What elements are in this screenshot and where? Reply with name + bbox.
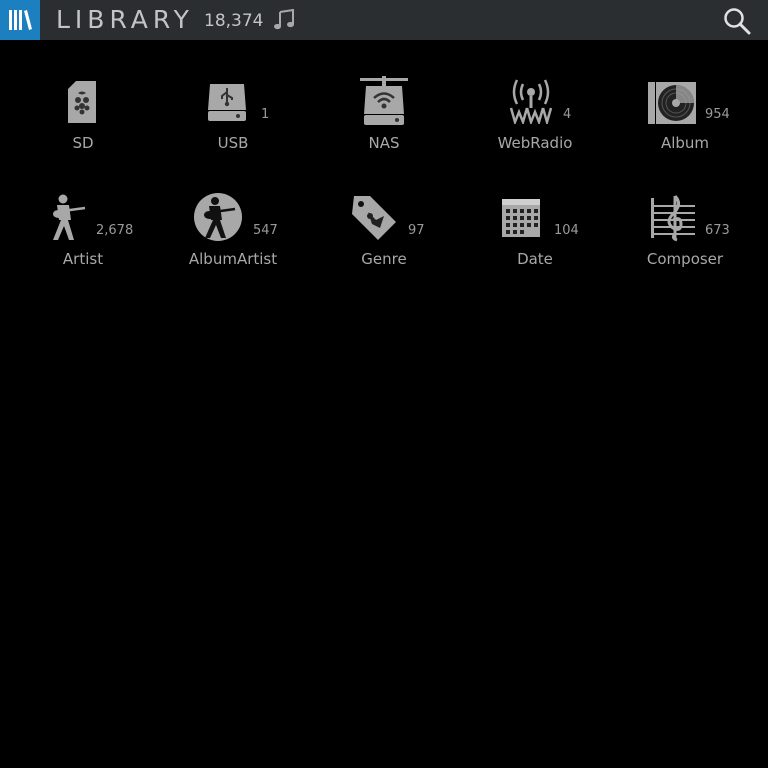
tile-label: Composer <box>646 250 724 268</box>
tile-label: Date <box>517 250 553 268</box>
sd-card-icon <box>68 81 96 123</box>
tile-composer[interactable]: 673 Composer <box>615 192 755 292</box>
radio-antenna-icon <box>509 79 553 124</box>
tile-sd[interactable]: SD <box>13 76 153 176</box>
tile-count: 104 <box>554 223 579 238</box>
tile-label: Artist <box>62 250 104 268</box>
page-title: LIBRARY <box>56 5 194 34</box>
music-note-icon <box>274 8 294 30</box>
calendar-icon <box>502 199 540 237</box>
tile-albumartist[interactable]: 547 AlbumArtist <box>163 192 303 292</box>
tile-label: SD <box>72 134 94 152</box>
tile-artist[interactable]: 2,678 Artist <box>13 192 153 292</box>
tile-label: AlbumArtist <box>188 250 278 268</box>
nas-drive-icon <box>360 76 408 125</box>
tile-genre[interactable]: 97 Genre <box>314 192 454 292</box>
guitarist-circle-icon <box>194 193 242 241</box>
tile-label: NAS <box>368 134 400 152</box>
search-icon[interactable] <box>722 6 752 36</box>
total-track-count: 18,374 <box>204 11 264 31</box>
tile-count: 97 <box>408 223 425 238</box>
tile-count: 673 <box>705 223 730 238</box>
usb-drive-icon <box>208 84 246 121</box>
library-icon <box>9 10 32 30</box>
tile-count: 547 <box>253 223 278 238</box>
treble-clef-icon <box>651 194 695 242</box>
tile-label: WebRadio <box>497 134 573 152</box>
guitarist-icon <box>53 194 86 240</box>
vinyl-album-icon <box>648 82 696 124</box>
tile-count: 1 <box>261 107 270 122</box>
tile-date[interactable]: 104 Date <box>465 192 605 292</box>
tile-nas[interactable]: NAS <box>314 76 454 176</box>
library-menu-button[interactable] <box>0 0 40 40</box>
top-bar: LIBRARY 18,374 <box>0 0 768 40</box>
tile-count: 2,678 <box>96 223 134 238</box>
genre-tag-icon <box>352 196 396 240</box>
tile-label: Genre <box>361 250 407 268</box>
tile-count: 954 <box>705 107 730 122</box>
tile-label: Album <box>660 134 710 152</box>
tile-album[interactable]: 954 Album <box>615 76 755 176</box>
tile-webradio[interactable]: 4 WebRadio <box>465 76 605 176</box>
tile-count: 4 <box>563 107 572 122</box>
tile-label: USB <box>217 134 249 152</box>
tile-usb[interactable]: 1 USB <box>163 76 303 176</box>
